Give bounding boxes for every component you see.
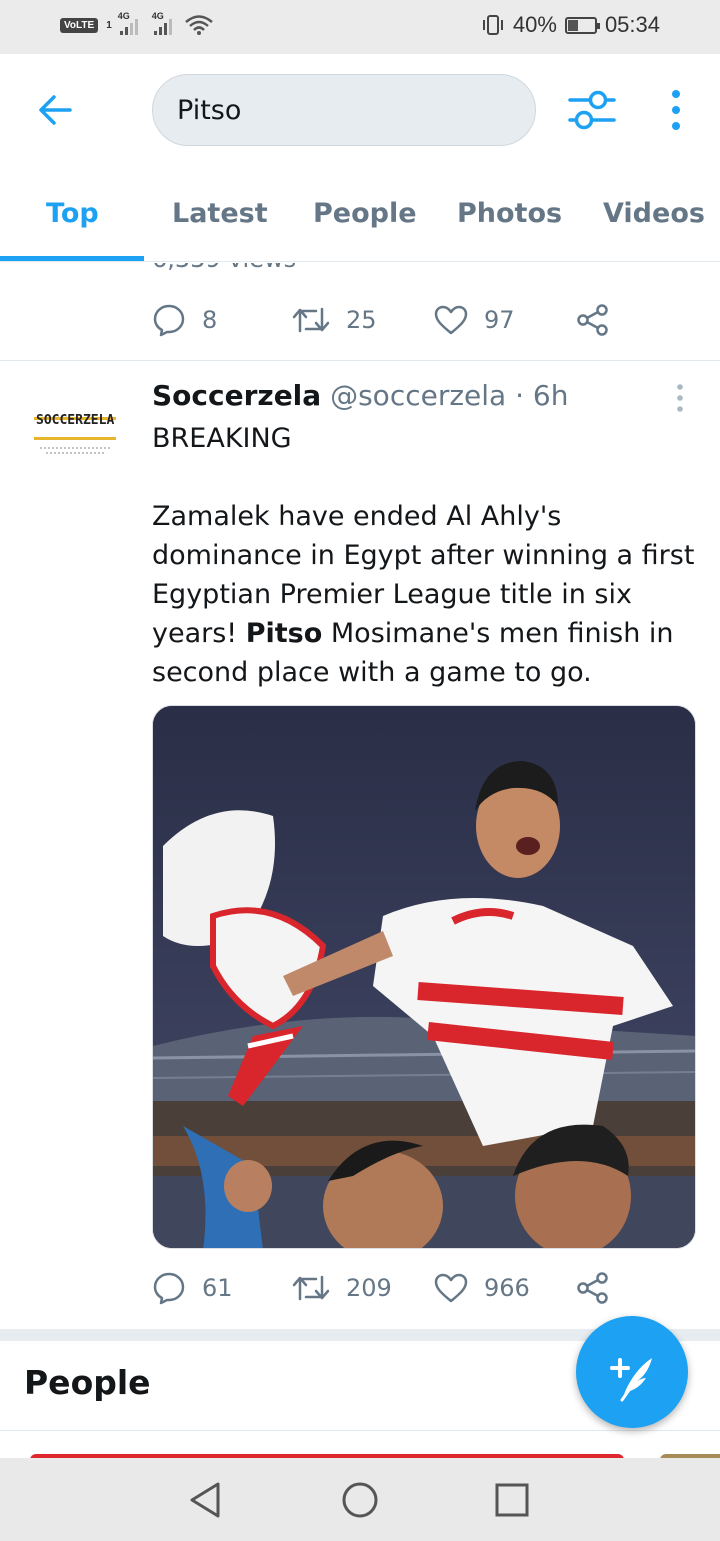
active-tab-indicator (0, 256, 144, 261)
speech-bubble-icon (153, 1272, 185, 1305)
search-header (0, 54, 720, 168)
retweet-button[interactable]: 209 (292, 1273, 434, 1303)
reply-button[interactable]: 8 (152, 303, 292, 337)
battery-icon (564, 16, 600, 34)
vertical-dots-icon[interactable] (664, 88, 688, 132)
retweet-icon (292, 307, 330, 333)
speech-bubble-icon (153, 304, 185, 337)
signal-icon: 4G (152, 11, 172, 35)
sim-number: 1 (106, 19, 112, 31)
tweet-time: · 6h (515, 379, 569, 412)
tweet-actions: 61 209 966 (152, 1271, 610, 1305)
tab-people[interactable]: People (313, 198, 417, 229)
reply-count: 61 (202, 1274, 233, 1302)
share-button[interactable] (576, 1271, 610, 1305)
avatar[interactable]: SOCCERZELA (30, 399, 122, 461)
view-count: 6,339 views (152, 263, 296, 273)
tab-top[interactable]: Top (46, 198, 99, 229)
like-button[interactable]: 97 (434, 305, 576, 335)
tweet-header: Soccerzela @soccerzela · 6h (152, 379, 568, 412)
signal-icon: 4G (118, 11, 138, 35)
tweet-options-icon[interactable] (672, 383, 688, 413)
author-handle[interactable]: @soccerzela (330, 379, 506, 412)
search-tabs: Top Latest People Photos Videos (0, 168, 720, 262)
vibrate-icon (482, 15, 503, 35)
search-box[interactable] (152, 74, 536, 146)
compose-tweet-button[interactable] (576, 1316, 688, 1428)
people-section-title: People (24, 1363, 151, 1402)
system-navigation-bar (0, 1458, 720, 1541)
nav-back-icon[interactable] (184, 1478, 228, 1522)
system-indicators: 40% 05:34 (481, 12, 660, 38)
search-results[interactable]: 6,339 views 8 25 97 (0, 263, 720, 1458)
wifi-icon (184, 15, 213, 35)
nav-home-icon[interactable] (338, 1478, 382, 1522)
heart-icon (434, 1273, 468, 1303)
clock: 05:34 (604, 12, 660, 37)
retweet-count: 25 (346, 306, 377, 334)
like-count: 97 (484, 306, 515, 334)
tab-latest[interactable]: Latest (172, 198, 268, 229)
celebration-photo (153, 706, 695, 1248)
search-highlight: Pitso (245, 618, 323, 649)
heart-icon (434, 305, 468, 335)
avatar-tagline (40, 447, 112, 454)
network-indicators: VoLTE 1 4G 4G (60, 11, 214, 36)
retweet-button[interactable]: 25 (292, 305, 434, 335)
author-name[interactable]: Soccerzela (152, 379, 321, 412)
sliders-icon[interactable] (568, 88, 616, 132)
share-icon (577, 1272, 608, 1304)
avatar-logo-text: SOCCERZELA (36, 413, 115, 428)
battery-percent: 40% (512, 12, 557, 37)
like-count: 966 (484, 1274, 530, 1302)
retweet-icon (292, 1275, 330, 1301)
tab-videos[interactable]: Videos (603, 198, 705, 229)
share-icon (577, 304, 608, 336)
tweet-text: BREAKING Zamalek have ended Al Ahly's do… (152, 419, 700, 692)
tweet-body: Zamalek have ended Al Ahly's dominance i… (152, 501, 695, 688)
back-arrow-icon[interactable] (36, 90, 76, 130)
search-input[interactable] (177, 75, 517, 145)
tweet-actions: 8 25 97 (152, 303, 610, 337)
nav-recents-icon[interactable] (490, 1478, 534, 1522)
status-bar: VoLTE 1 4G 4G 40% 05:34 (0, 0, 720, 54)
feather-plus-icon (610, 1358, 652, 1402)
share-button[interactable] (576, 303, 610, 337)
reply-count: 8 (202, 306, 218, 334)
section-divider (0, 1430, 720, 1431)
reply-button[interactable]: 61 (152, 1271, 292, 1305)
tweet-line-breaking: BREAKING (152, 423, 292, 454)
tweet-divider (0, 360, 720, 361)
network-type-label: 4G (117, 11, 130, 21)
network-type-label: 4G (151, 11, 164, 21)
tab-photos[interactable]: Photos (457, 198, 562, 229)
like-button[interactable]: 966 (434, 1273, 576, 1303)
volte-badge: VoLTE (60, 17, 99, 33)
tweet-photo[interactable] (152, 705, 696, 1249)
retweet-count: 209 (346, 1274, 392, 1302)
